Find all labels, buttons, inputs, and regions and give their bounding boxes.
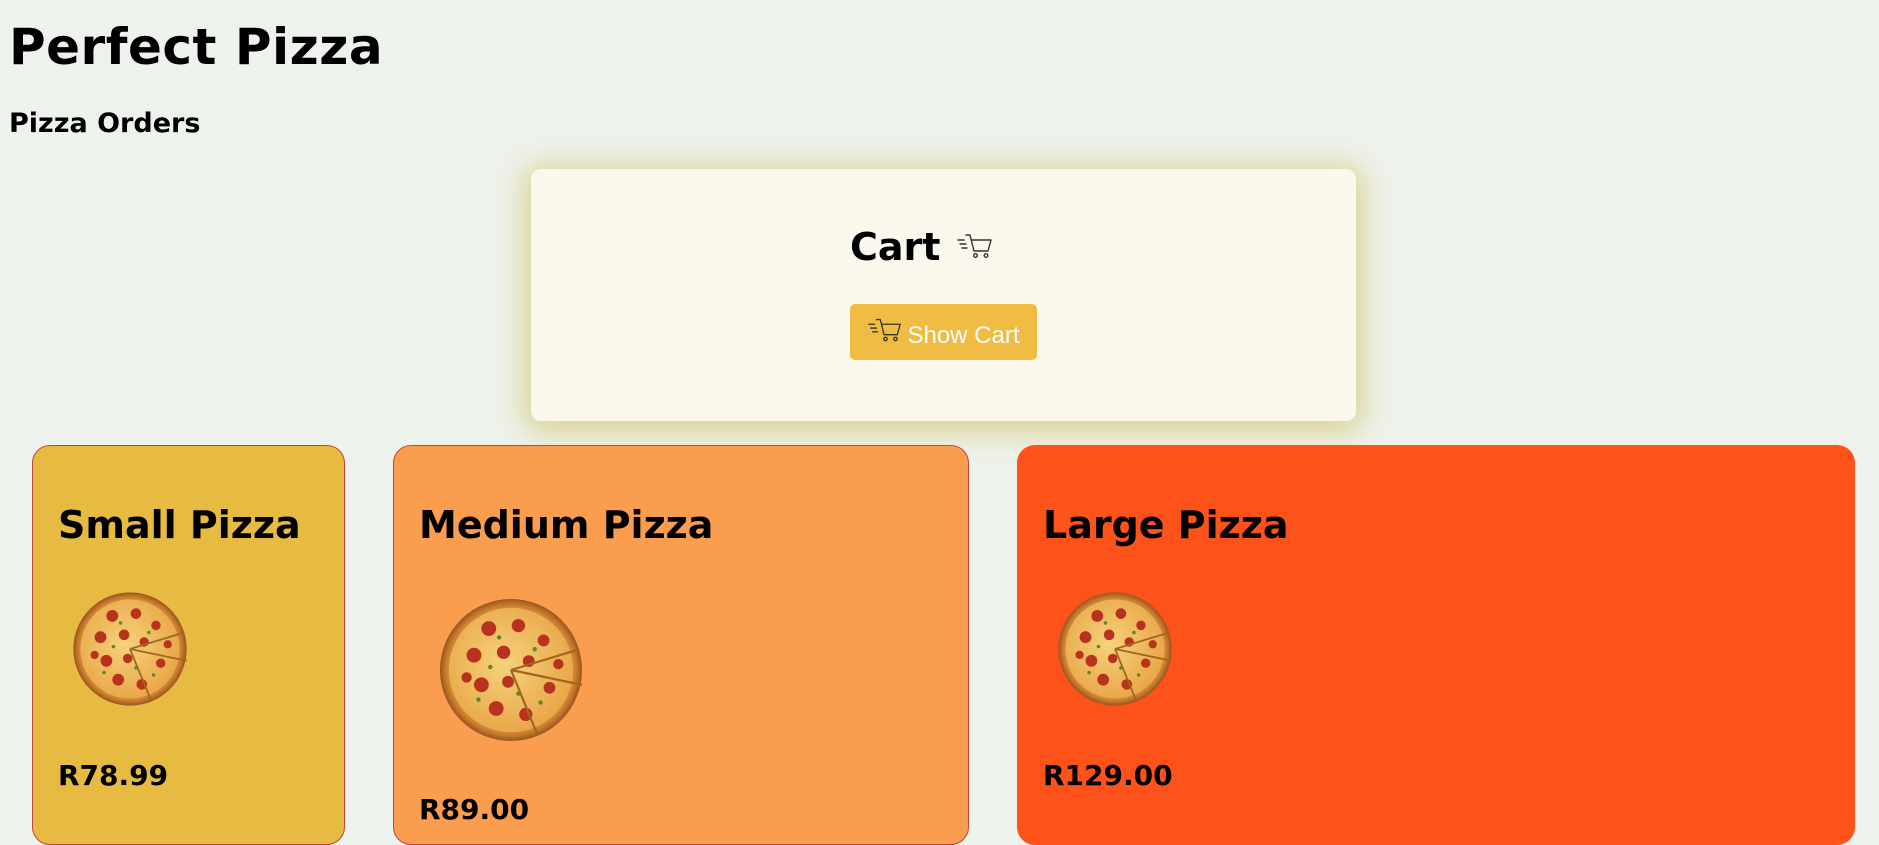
cart-icon: [867, 313, 903, 352]
page-subtitle: Pizza Orders: [9, 108, 201, 139]
cart-icon: [956, 229, 994, 265]
cart-panel: Cart Show Cart: [531, 169, 1356, 421]
pizza-name: Large Pizza: [1043, 503, 1289, 547]
show-cart-label: Show Cart: [907, 322, 1020, 349]
pizza-card-medium: Medium Pizza R89.00: [393, 445, 969, 845]
cart-title: Cart: [850, 225, 941, 269]
pizza-image: [1056, 590, 1174, 712]
page-title: Perfect Pizza: [9, 18, 384, 76]
show-cart-button[interactable]: Show Cart: [850, 304, 1037, 360]
pizza-card-small: Small Pizza R78.99: [32, 445, 345, 845]
pizza-name: Medium Pizza: [419, 503, 714, 547]
pizza-card-large: Large Pizza R129.00: [1017, 445, 1855, 845]
cart-heading: Cart: [850, 225, 994, 269]
pizza-price: R129.00: [1043, 759, 1173, 792]
pizza-image: [71, 590, 189, 712]
pizza-image: [437, 596, 585, 748]
pizza-price: R89.00: [419, 793, 530, 826]
pizza-name: Small Pizza: [58, 503, 301, 547]
pizza-price: R78.99: [58, 759, 169, 792]
